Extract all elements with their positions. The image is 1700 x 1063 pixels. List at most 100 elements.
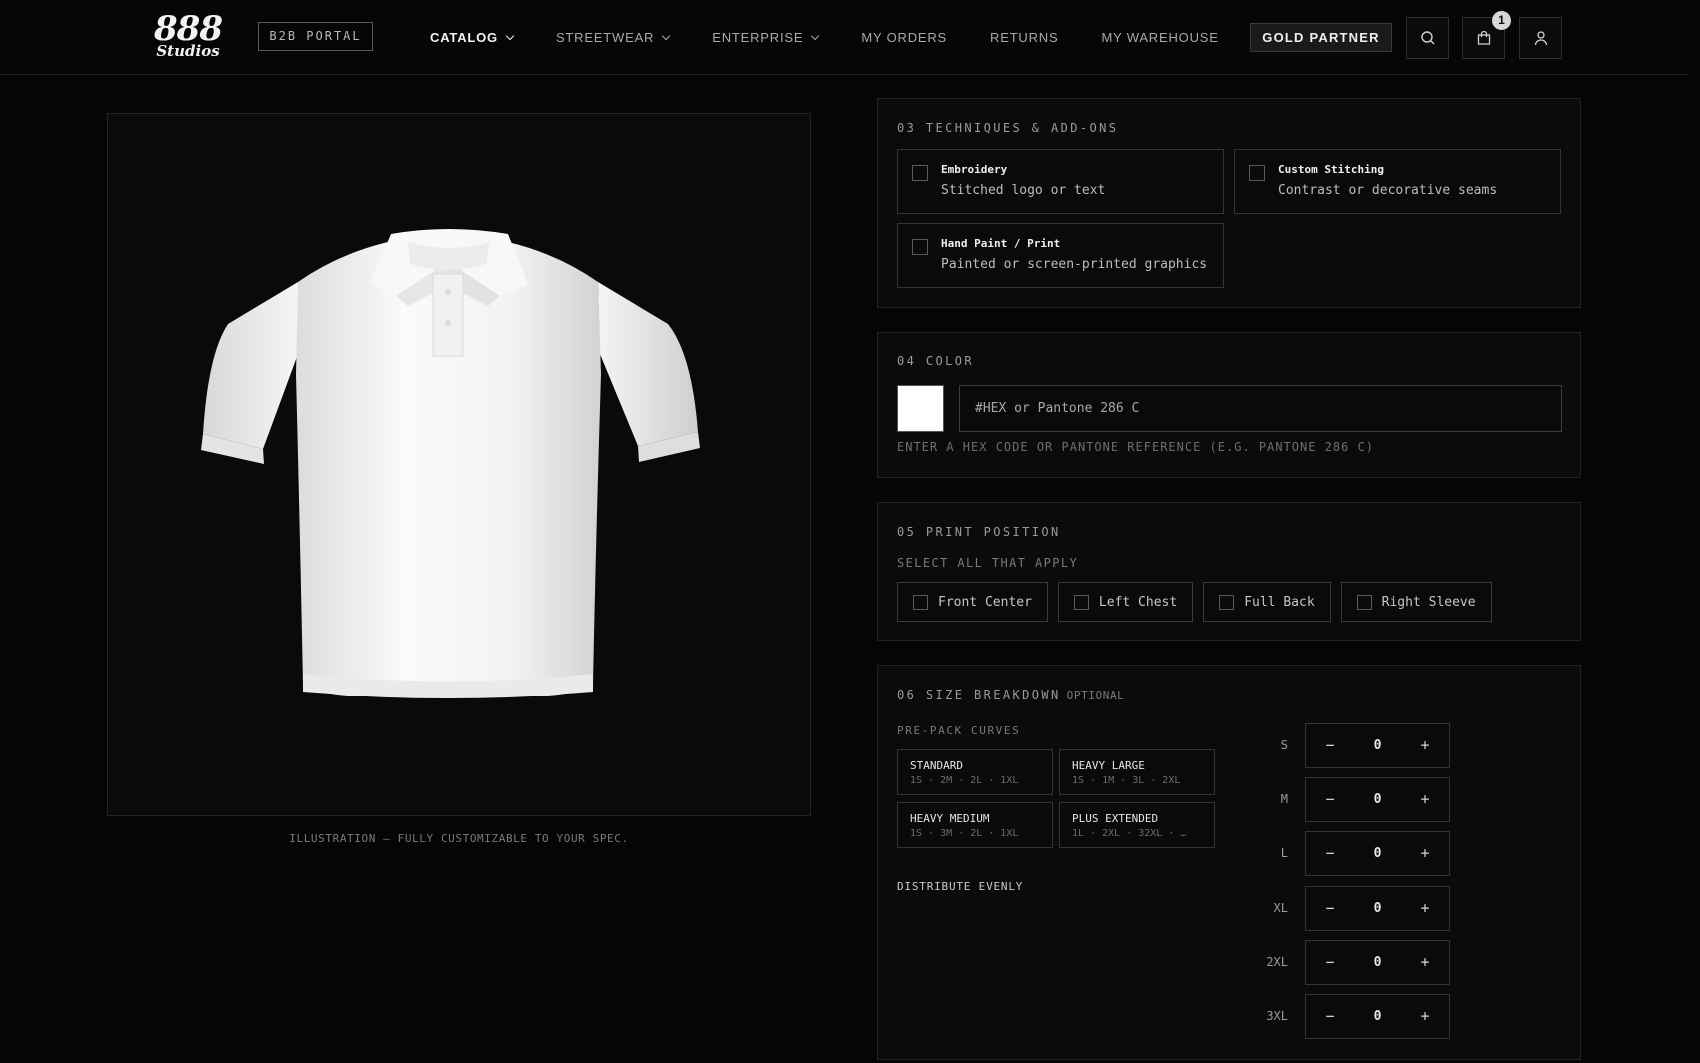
checkbox[interactable] — [1073, 594, 1089, 610]
checkbox[interactable] — [913, 594, 928, 610]
user-icon — [1534, 31, 1547, 46]
color-hint: ENTER A HEX CODE OR PANTONE REFERENCE (E… — [897, 440, 1375, 454]
increment-button[interactable]: + — [1405, 778, 1445, 821]
decrement-button[interactable]: − — [1310, 941, 1350, 984]
print-option-full-back[interactable]: Full Back — [1203, 582, 1331, 622]
option-label: Full Back — [1244, 594, 1315, 610]
print-option-right-sleeve[interactable]: Right Sleeve — [1340, 582, 1492, 622]
quantity-stepper-s: − 0 + — [1305, 723, 1450, 768]
quantity-value[interactable]: 0 — [1350, 724, 1405, 767]
nav-label: ENTERPRISE — [712, 30, 804, 45]
color-section: 04 COLOR ENTER A HEX CODE OR PANTONE REF… — [877, 332, 1581, 478]
optional-tag: OPTIONAL — [1066, 689, 1125, 702]
quantity-value[interactable]: 0 — [1350, 832, 1405, 875]
gold-partner-button[interactable]: GOLD PARTNER — [1250, 23, 1392, 52]
checkbox[interactable] — [1219, 594, 1235, 610]
product-image-panel — [107, 113, 811, 816]
cart-icon — [1477, 30, 1490, 45]
curve-values: 1L · 2XL · 32XL · … — [1072, 828, 1187, 839]
print-option-front-center[interactable]: Front Center — [897, 582, 1048, 622]
logo-number: 888 — [154, 9, 223, 49]
increment-button[interactable]: + — [1405, 995, 1445, 1038]
pre-pack-label: PRE-PACK CURVES — [897, 724, 1021, 737]
size-label: 2XL — [1266, 955, 1288, 969]
section-title: 06 SIZE BREAKDOWN OPTIONAL — [897, 688, 1124, 702]
increment-button[interactable]: + — [1405, 832, 1445, 875]
curve-heavy-medium[interactable]: HEAVY MEDIUM 1S · 3M · 2L · 1XL — [897, 802, 1053, 848]
nav-item-catalog[interactable]: CATALOG — [430, 30, 515, 45]
checkbox[interactable] — [1356, 594, 1372, 610]
technique-option-embroidery[interactable]: Embroidery Stitched logo or text — [897, 149, 1224, 214]
technique-title: Embroidery — [941, 163, 1008, 176]
color-swatch[interactable] — [897, 385, 944, 432]
color-code-input[interactable] — [959, 385, 1562, 432]
curve-name: HEAVY MEDIUM — [910, 812, 990, 825]
curve-standard[interactable]: STANDARD 1S · 2M · 2L · 1XL — [897, 749, 1053, 795]
section-subtitle: SELECT ALL THAT APPLY — [897, 556, 1079, 570]
nav-item-my-orders[interactable]: MY ORDERS — [861, 30, 947, 45]
quantity-value[interactable]: 0 — [1350, 941, 1405, 984]
curve-heavy-large[interactable]: HEAVY LARGE 1S · 1M · 3L · 2XL — [1059, 749, 1215, 795]
section-title: 05 PRINT POSITION — [897, 525, 1061, 539]
checkbox[interactable] — [1249, 165, 1265, 181]
option-label: Front Center — [938, 594, 1032, 610]
technique-desc: Contrast or decorative seams — [1278, 183, 1498, 198]
technique-title: Custom Stitching — [1278, 163, 1384, 176]
quantity-stepper-2xl: − 0 + — [1305, 940, 1450, 985]
polo-shirt-illustration — [201, 229, 700, 698]
checkbox[interactable] — [912, 165, 928, 181]
quantity-value[interactable]: 0 — [1350, 778, 1405, 821]
decrement-button[interactable]: − — [1310, 995, 1350, 1038]
section-title-text: 06 SIZE BREAKDOWN — [897, 688, 1061, 702]
option-label: Right Sleeve — [1381, 594, 1476, 610]
technique-desc: Stitched logo or text — [941, 183, 1106, 198]
logo-word: Studios — [156, 42, 220, 60]
size-breakdown-section: 06 SIZE BREAKDOWN OPTIONAL PRE-PACK CURVE… — [877, 665, 1581, 1060]
print-position-section: 05 PRINT POSITION SELECT ALL THAT APPLY … — [877, 502, 1581, 641]
size-label: L — [1280, 846, 1288, 860]
technique-option-hand-paint[interactable]: Hand Paint / Print Painted or screen-pri… — [897, 223, 1224, 288]
option-label: Left Chest — [1098, 594, 1178, 610]
checkbox[interactable] — [912, 239, 928, 255]
chevron-down-icon — [662, 31, 671, 40]
quantity-value[interactable]: 0 — [1350, 995, 1405, 1038]
nav-item-returns[interactable]: RETURNS — [990, 30, 1058, 45]
increment-button[interactable]: + — [1405, 887, 1445, 930]
account-button[interactable] — [1519, 17, 1562, 59]
search-button[interactable] — [1406, 17, 1449, 59]
size-label: M — [1280, 792, 1288, 806]
decrement-button[interactable]: − — [1310, 887, 1350, 930]
nav-item-enterprise[interactable]: ENTERPRISE — [712, 30, 820, 45]
decrement-button[interactable]: − — [1310, 832, 1350, 875]
search-icon — [1420, 31, 1434, 45]
techniques-section: 03 TECHNIQUES & ADD-ONS Embroidery Stitc… — [877, 98, 1581, 308]
technique-title: Hand Paint / Print — [941, 237, 1061, 250]
curve-name: HEAVY LARGE — [1072, 759, 1145, 772]
nav-label: RETURNS — [990, 30, 1059, 45]
print-position-options: Front Center Left Chest Full Back Right … — [897, 582, 1502, 622]
nav-item-my-warehouse[interactable]: MY WAREHOUSE — [1101, 30, 1218, 45]
technique-option-custom-stitching[interactable]: Custom Stitching Contrast or decorative … — [1234, 149, 1561, 214]
nav-item-streetwear[interactable]: STREETWEAR — [555, 30, 671, 45]
section-title: 03 TECHNIQUES & ADD-ONS — [897, 121, 1119, 135]
size-label: S — [1280, 738, 1288, 752]
nav-label: STREETWEAR — [555, 30, 655, 45]
b2b-portal-badge: B2B PORTAL — [258, 22, 373, 51]
brand-logo[interactable]: 888 Studios — [150, 12, 226, 64]
increment-button[interactable]: + — [1405, 941, 1445, 984]
print-option-left-chest[interactable]: Left Chest — [1057, 582, 1194, 622]
curve-values: 1S · 2M · 2L · 1XL — [910, 775, 1019, 786]
curve-name: PLUS EXTENDED — [1072, 812, 1159, 825]
main-nav: CATALOG STREETWEAR ENTERPRISE MY ORDERS … — [430, 0, 1262, 75]
curve-name: STANDARD — [910, 759, 963, 772]
increment-button[interactable]: + — [1405, 724, 1445, 767]
chevron-down-icon — [811, 31, 820, 40]
decrement-button[interactable]: − — [1310, 778, 1350, 821]
quantity-stepper-m: − 0 + — [1305, 777, 1450, 822]
chevron-down-icon — [505, 31, 515, 40]
distribute-evenly-button[interactable]: DISTRIBUTE EVENLY — [897, 880, 1023, 893]
curve-plus-extended[interactable]: PLUS EXTENDED 1L · 2XL · 32XL · … — [1059, 802, 1215, 848]
quantity-value[interactable]: 0 — [1350, 887, 1405, 930]
decrement-button[interactable]: − — [1310, 724, 1350, 767]
technique-desc: Painted or screen-printed graphics — [941, 257, 1208, 272]
